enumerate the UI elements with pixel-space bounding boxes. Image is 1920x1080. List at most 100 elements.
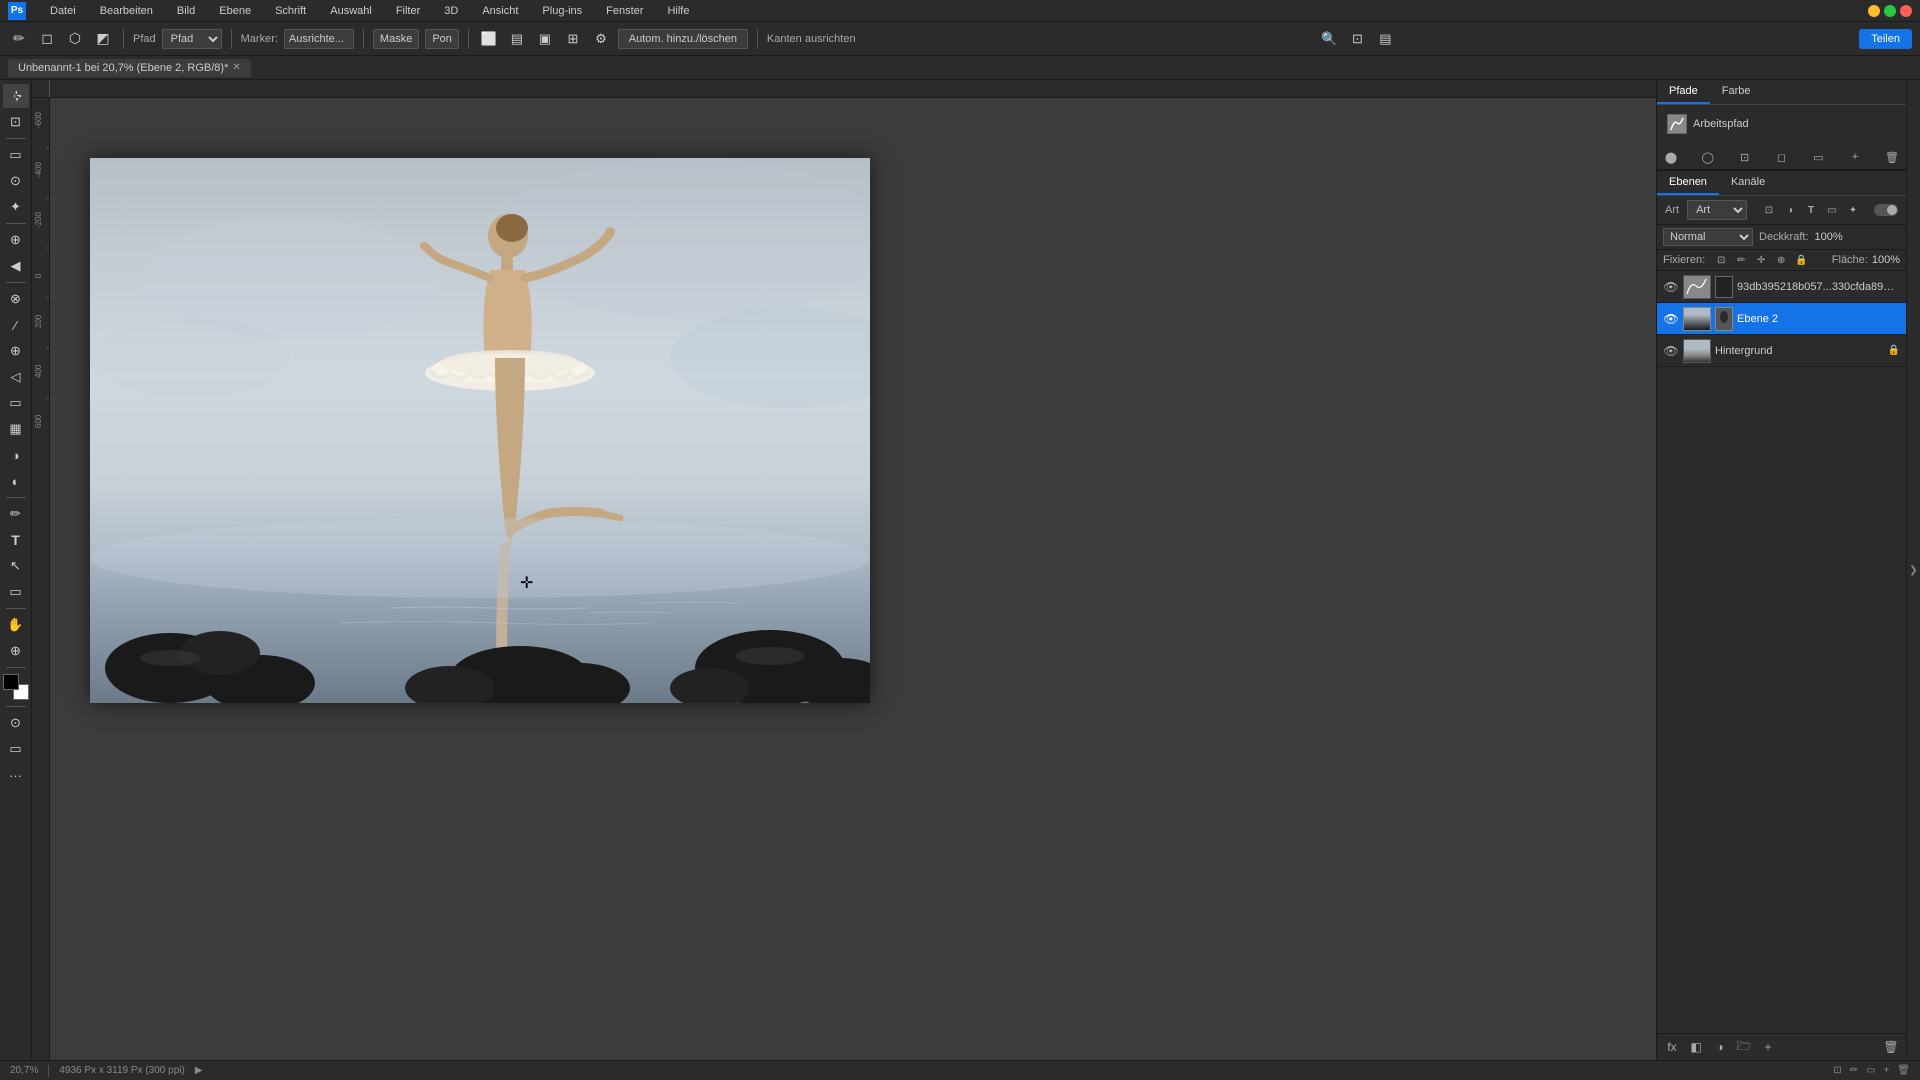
status-tool-icon2[interactable]: ✏ bbox=[1850, 1065, 1858, 1076]
quick-mask-btn[interactable]: ⊙ bbox=[3, 711, 29, 735]
path-select2-icon[interactable]: ◻ bbox=[36, 28, 58, 50]
lock-position-btn[interactable]: ✛ bbox=[1753, 252, 1769, 268]
delete-layer-btn[interactable]: 🗑 bbox=[1882, 1038, 1900, 1056]
blur-tool-btn[interactable]: ◑ bbox=[3, 443, 29, 467]
transform-icon[interactable]: ⊞ bbox=[562, 28, 584, 50]
marker-input[interactable] bbox=[284, 29, 354, 49]
healing-brush-btn[interactable]: ⊗ bbox=[3, 287, 29, 311]
move-tool-btn[interactable] bbox=[3, 84, 29, 108]
distribute-icon[interactable]: ▣ bbox=[534, 28, 556, 50]
layer-row-0[interactable]: 👁 93db395218b057...330cfda8922cb bbox=[1657, 271, 1906, 303]
layer-visibility-2[interactable]: 👁 bbox=[1663, 343, 1679, 359]
filter-toggle[interactable] bbox=[1874, 204, 1898, 216]
extra-tools-btn[interactable]: ··· bbox=[3, 763, 29, 787]
adjustment-layer-btn[interactable]: ◑ bbox=[1711, 1038, 1729, 1056]
blend-mode-select[interactable]: Normal bbox=[1663, 228, 1753, 246]
menu-datei[interactable]: Datei bbox=[46, 3, 80, 19]
type-tool-btn[interactable]: T bbox=[3, 528, 29, 552]
share-button[interactable]: Teilen bbox=[1859, 29, 1912, 49]
gradient-tool-btn[interactable]: ▦ bbox=[3, 417, 29, 441]
canvas-scroll[interactable]: -600 -400 -200 0 200 400 600 bbox=[32, 98, 1656, 1060]
history-brush-btn[interactable]: ◁ bbox=[3, 365, 29, 389]
search-icon[interactable]: 🔍 bbox=[1318, 28, 1340, 50]
gear-icon[interactable]: ⚙ bbox=[590, 28, 612, 50]
path-options-icon[interactable]: ◩ bbox=[92, 28, 114, 50]
artboard-tool-btn[interactable]: ⊡ bbox=[3, 110, 29, 134]
new-path-icon[interactable]: + bbox=[1847, 149, 1863, 165]
menu-hilfe[interactable]: Hilfe bbox=[663, 3, 693, 19]
collapse-right-btn[interactable]: ❯ bbox=[1906, 80, 1920, 1060]
path-select-icon[interactable]: ✏ bbox=[8, 28, 30, 50]
tab-pfade[interactable]: Pfade bbox=[1657, 80, 1710, 104]
add-layer-style-btn[interactable]: fx bbox=[1663, 1038, 1681, 1056]
align-icon[interactable]: ▤ bbox=[506, 28, 528, 50]
eyedropper-btn[interactable]: ◀ bbox=[3, 254, 29, 278]
status-tool-icon3[interactable]: ▭ bbox=[1866, 1065, 1875, 1076]
delete-path-icon[interactable]: 🗑 bbox=[1884, 149, 1900, 165]
status-tool-icon1[interactable]: ⊡ bbox=[1833, 1065, 1841, 1076]
lasso-tool-btn[interactable]: ⊙ bbox=[3, 169, 29, 193]
path-freeform-icon[interactable]: ⬡ bbox=[64, 28, 86, 50]
filter-shape-icon[interactable]: ▭ bbox=[1823, 201, 1841, 219]
add-mask-paths-icon[interactable]: ▭ bbox=[1810, 149, 1826, 165]
document-tab[interactable]: Unbenannt-1 bei 20,7% (Ebene 2, RGB/8)* … bbox=[8, 59, 251, 77]
canvas[interactable]: ✛ bbox=[90, 158, 870, 703]
screen-mode-btn[interactable]: ▭ bbox=[3, 737, 29, 761]
menu-bild[interactable]: Bild bbox=[173, 3, 199, 19]
menu-auswahl[interactable]: Auswahl bbox=[326, 3, 376, 19]
tab-kanaele[interactable]: Kanäle bbox=[1719, 171, 1777, 195]
layer-visibility-0[interactable]: 👁 bbox=[1663, 279, 1679, 295]
fill-path-icon[interactable]: ⬤ bbox=[1663, 149, 1679, 165]
menu-ansicht[interactable]: Ansicht bbox=[478, 3, 522, 19]
layer-row-2[interactable]: 👁 Hintergrund 🔒 bbox=[1657, 335, 1906, 367]
status-arrow[interactable]: ▶ bbox=[195, 1065, 203, 1076]
crop-tool-btn[interactable]: ⊕ bbox=[3, 228, 29, 252]
maske-button[interactable]: Maske bbox=[373, 29, 419, 49]
quick-select-btn[interactable]: ✦ bbox=[3, 195, 29, 219]
clone-stamp-btn[interactable]: ⊕ bbox=[3, 339, 29, 363]
dodge-tool-btn[interactable]: ◐ bbox=[3, 469, 29, 493]
minimize-button[interactable] bbox=[1868, 5, 1880, 17]
status-tool-icon5[interactable]: 🗑 bbox=[1897, 1065, 1910, 1076]
autom-button[interactable]: Autom. hinzu./löschen bbox=[618, 29, 748, 49]
lock-transparent-btn[interactable]: ⊡ bbox=[1713, 252, 1729, 268]
marquee-tool-btn[interactable]: ▭ bbox=[3, 143, 29, 167]
status-tool-icon4[interactable]: + bbox=[1883, 1065, 1889, 1076]
menu-3d[interactable]: 3D bbox=[440, 3, 462, 19]
menu-filter[interactable]: Filter bbox=[392, 3, 424, 19]
menu-bearbeiten[interactable]: Bearbeiten bbox=[96, 3, 157, 19]
menu-plugins[interactable]: Plug-ins bbox=[538, 3, 586, 19]
lock-artboard-btn[interactable]: ⊕ bbox=[1773, 252, 1789, 268]
close-button[interactable] bbox=[1900, 5, 1912, 17]
lock-all-btn[interactable]: 🔒 bbox=[1793, 252, 1809, 268]
menu-ebene[interactable]: Ebene bbox=[215, 3, 255, 19]
filter-pixel-icon[interactable]: ⊡ bbox=[1760, 201, 1778, 219]
arbeitspfad-item[interactable]: Arbeitspfad bbox=[1663, 111, 1900, 137]
layout-icon[interactable]: ▤ bbox=[1374, 28, 1396, 50]
pen-tool-btn[interactable]: ✏ bbox=[3, 502, 29, 526]
brush-tool-btn[interactable]: ∕ bbox=[3, 313, 29, 337]
maximize-button[interactable] bbox=[1884, 5, 1896, 17]
form-button[interactable]: Pon bbox=[425, 29, 459, 49]
hand-tool-btn[interactable]: ✋ bbox=[3, 613, 29, 637]
layer-visibility-1[interactable]: 👁 bbox=[1663, 311, 1679, 327]
lock-image-btn[interactable]: ✏ bbox=[1733, 252, 1749, 268]
filter-smart-icon[interactable]: ✦ bbox=[1844, 201, 1862, 219]
eraser-tool-btn[interactable]: ▭ bbox=[3, 391, 29, 415]
pfad-select[interactable]: Pfad bbox=[162, 29, 222, 49]
fullscreen-icon[interactable]: ⊡ bbox=[1346, 28, 1368, 50]
filter-type-icon[interactable]: T bbox=[1802, 201, 1820, 219]
make-work-path-icon[interactable]: ◻ bbox=[1773, 149, 1789, 165]
stroke-path-icon[interactable]: ◯ bbox=[1700, 149, 1716, 165]
tab-farbe[interactable]: Farbe bbox=[1710, 80, 1763, 104]
menu-schrift[interactable]: Schrift bbox=[271, 3, 310, 19]
shape-tool-btn[interactable]: ▭ bbox=[3, 580, 29, 604]
filter-adjustment-icon[interactable]: ◑ bbox=[1781, 201, 1799, 219]
tab-close-btn[interactable]: ✕ bbox=[232, 62, 240, 73]
tab-ebenen[interactable]: Ebenen bbox=[1657, 171, 1719, 195]
shape-icon[interactable]: ⬜ bbox=[478, 28, 500, 50]
menu-fenster[interactable]: Fenster bbox=[602, 3, 647, 19]
zoom-tool-btn[interactable]: ⊕ bbox=[3, 639, 29, 663]
color-swatches[interactable] bbox=[3, 674, 29, 700]
layers-filter-select[interactable]: Art bbox=[1687, 200, 1747, 220]
